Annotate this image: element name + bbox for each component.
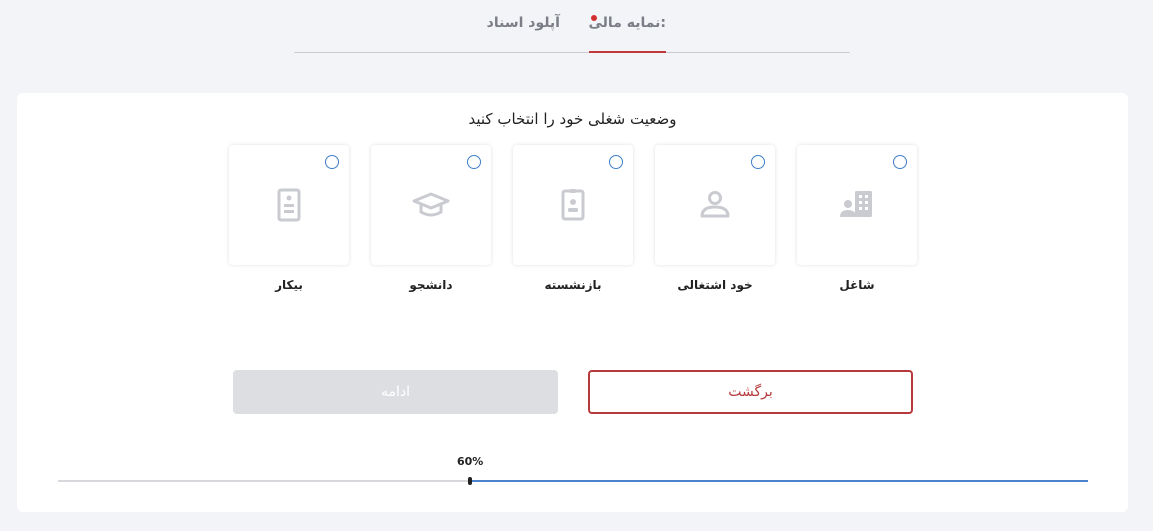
option-card[interactable] — [371, 145, 491, 265]
option-label: دانشجو — [409, 278, 453, 292]
radio-button[interactable] — [609, 155, 623, 169]
progress-knob — [468, 477, 472, 485]
option-label: بیکار — [275, 278, 303, 292]
active-tab-indicator — [589, 51, 666, 53]
back-button[interactable]: برگشت — [588, 370, 913, 414]
option-retired[interactable]: بازنشسته — [513, 145, 633, 292]
option-unemployed[interactable]: بیکار — [229, 145, 349, 292]
option-card[interactable] — [797, 145, 917, 265]
option-label: بازنشسته — [544, 278, 602, 292]
option-student[interactable]: دانشجو — [371, 145, 491, 292]
question-title: وضعیت شغلی خود را انتخاب کنید — [468, 110, 677, 128]
person-icon — [700, 191, 730, 218]
radio-button[interactable] — [751, 155, 765, 169]
continue-button[interactable]: ادامه — [233, 370, 558, 414]
option-label: شاغل — [839, 278, 875, 292]
id-badge-icon — [561, 189, 585, 221]
document-list-icon — [277, 188, 301, 222]
tabs-divider — [294, 52, 850, 53]
option-card[interactable] — [513, 145, 633, 265]
tab-financial-profile[interactable]: نمایه مالی: — [589, 15, 666, 31]
option-label: خود اشتغالی — [677, 278, 753, 292]
radio-button[interactable] — [893, 155, 907, 169]
option-card[interactable] — [229, 145, 349, 265]
radio-button[interactable] — [325, 155, 339, 169]
option-employed[interactable]: شاغل — [797, 145, 917, 292]
progress-bar — [58, 477, 1088, 485]
office-building-user-icon — [840, 191, 872, 217]
option-self-employed[interactable]: خود اشتغالی — [655, 145, 775, 292]
radio-button[interactable] — [467, 155, 481, 169]
progress-percent: 60% — [457, 455, 484, 468]
option-card[interactable] — [655, 145, 775, 265]
tab-upload-documents[interactable]: آپلود اسناد — [487, 15, 560, 31]
step-tabs: نمایه مالی: آپلود اسناد — [294, 0, 850, 53]
graduation-cap-icon — [412, 192, 450, 217]
progress-fill — [470, 480, 1088, 482]
employment-card: وضعیت شغلی خود را انتخاب کنید شاغل خود ا… — [17, 93, 1128, 512]
